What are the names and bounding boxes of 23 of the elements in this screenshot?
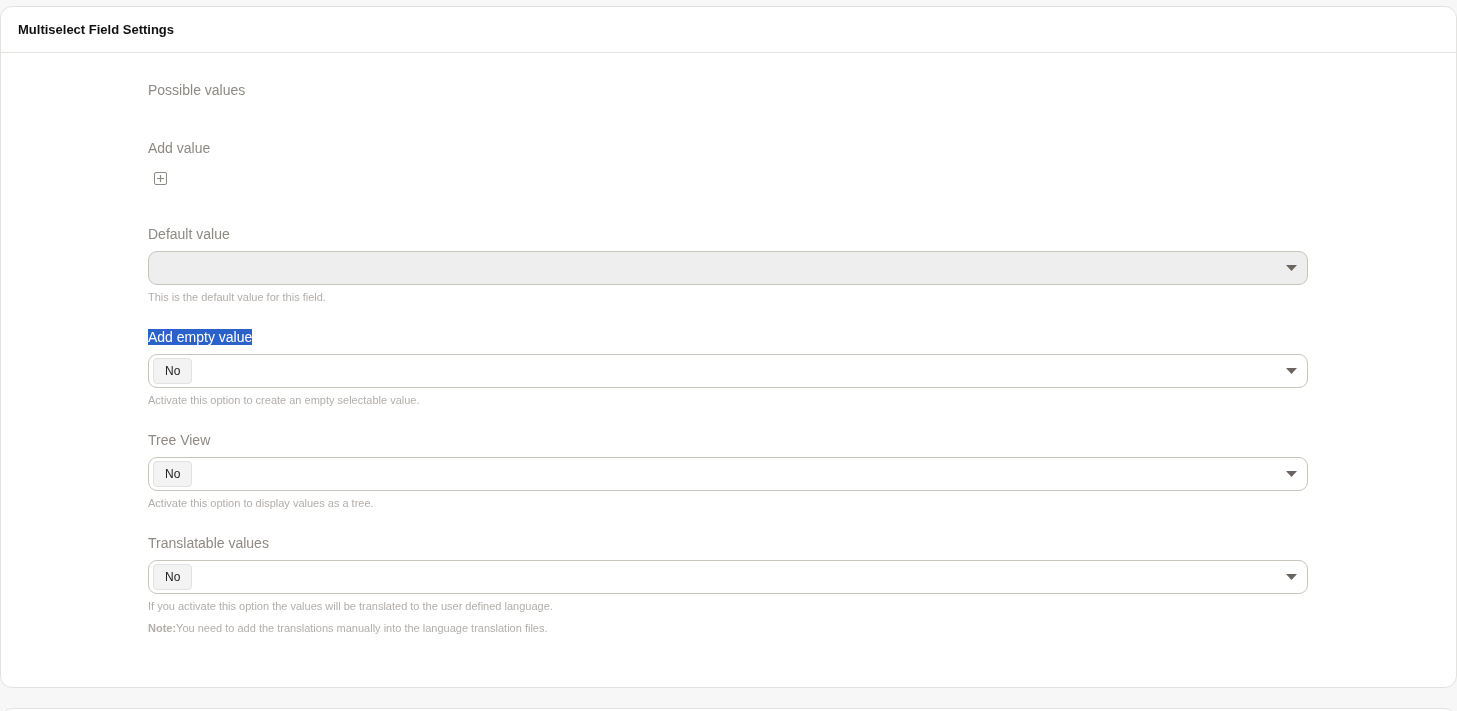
help-text: Activate this option to display values as a tree.: [148, 496, 375, 510]
dropdown-caret-icon: [1286, 471, 1297, 477]
dropdown-caret-icon: [1286, 368, 1297, 374]
help-text: Activate this option to create an empty selectable value.: [148, 393, 421, 407]
field-label: Possible values: [148, 82, 246, 98]
field-label: Translatable values: [148, 535, 269, 551]
selected-value-chip: No: [153, 461, 193, 487]
selected-value-chip: No: [153, 564, 193, 590]
dropdown-caret-icon: [1286, 574, 1297, 580]
select-field[interactable]: No: [148, 560, 1308, 594]
help-text: Note:You need to add the translations manually into the language translation files.: [148, 621, 549, 635]
select-field[interactable]: No: [148, 457, 1308, 491]
select-field[interactable]: No: [148, 354, 1308, 388]
field-label: Add value: [148, 140, 211, 156]
field-label: Add empty value: [148, 329, 253, 345]
dropdown-caret-icon: [1286, 265, 1297, 271]
help-text: This is the default value for this field.: [148, 290, 327, 304]
field-label: Tree View: [148, 432, 211, 448]
help-text: If you activate this option the values will be translated to the user defined language.: [148, 599, 554, 613]
add-icon[interactable]: [154, 172, 167, 185]
selected-value-chip: No: [153, 358, 193, 384]
field-label: Default value: [148, 226, 230, 242]
panel-title: Multiselect Field Settings: [18, 20, 175, 39]
